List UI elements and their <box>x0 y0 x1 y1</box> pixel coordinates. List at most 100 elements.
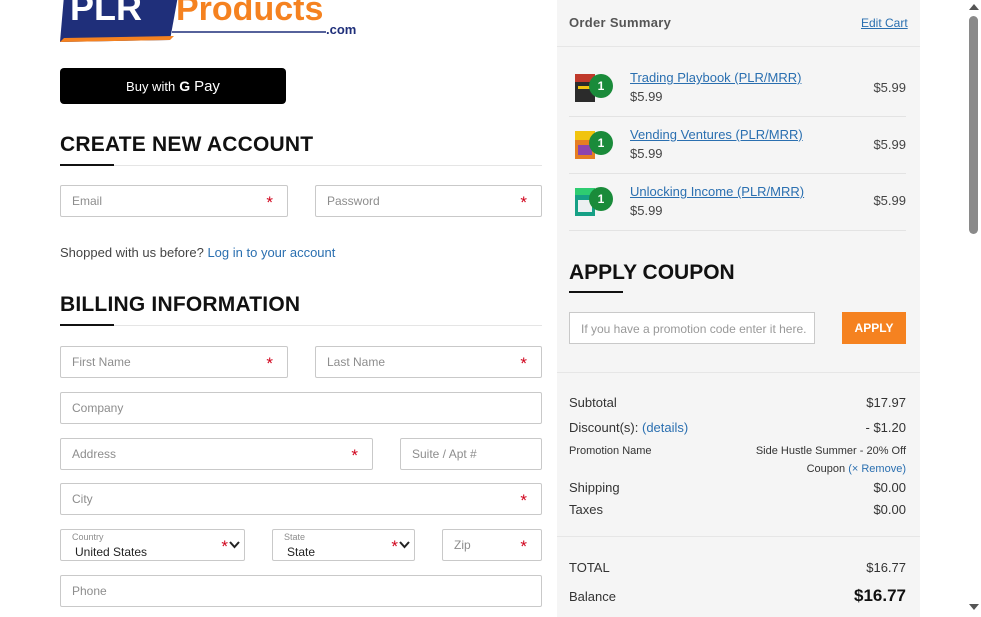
coupon-placeholder: If you have a promotion code enter it he… <box>581 322 807 336</box>
page-scrollbar[interactable] <box>966 0 981 617</box>
shipping-value: $0.00 <box>873 480 906 495</box>
discount-row: Discount(s): (details) <box>569 420 688 435</box>
coupon-divider <box>557 372 920 373</box>
discount-label: Discount(s): <box>569 420 639 435</box>
item-name-link[interactable]: Trading Playbook (PLR/MRR) <box>630 70 801 85</box>
edit-cart-link[interactable]: Edit Cart <box>861 16 908 30</box>
logo-brand-left: PLR <box>70 0 142 28</box>
gpay-prefix: Buy with <box>126 78 176 94</box>
phone-field[interactable]: Phone <box>60 575 542 607</box>
city-field[interactable]: City * <box>60 483 542 515</box>
item-name-link[interactable]: Unlocking Income (PLR/MRR) <box>630 184 804 199</box>
address-placeholder: Address <box>72 447 117 461</box>
required-mark: * <box>266 193 273 212</box>
coupon-code-input[interactable]: If you have a promotion code enter it he… <box>569 312 815 344</box>
required-mark: * <box>520 537 527 556</box>
city-placeholder: City <box>72 492 93 506</box>
item-name-link[interactable]: Vending Ventures (PLR/MRR) <box>630 127 803 142</box>
taxes-label: Taxes <box>569 502 603 517</box>
order-summary-divider <box>557 46 920 47</box>
country-value: United States <box>75 545 148 559</box>
required-mark: * <box>520 193 527 212</box>
remove-coupon-link[interactable]: (× Remove) <box>848 463 906 475</box>
login-prompt-text: Shopped with us before? <box>60 245 204 260</box>
suite-placeholder: Suite / Apt # <box>412 447 477 461</box>
chevron-down-icon <box>229 541 240 549</box>
total-label: TOTAL <box>569 560 610 575</box>
balance-value: $16.77 <box>854 586 906 605</box>
shipping-label: Shipping <box>569 480 620 495</box>
promotion-name-label: Promotion Name <box>569 445 652 457</box>
create-account-heading: CREATE NEW ACCOUNT <box>60 133 314 156</box>
google-g-icon: G <box>179 78 191 94</box>
state-select[interactable]: State State * <box>272 529 415 561</box>
quantity-badge: 1 <box>589 74 613 98</box>
gpay-label: Pay <box>194 77 220 95</box>
state-value: State <box>287 545 316 559</box>
scroll-up-arrow-icon[interactable] <box>969 4 979 10</box>
item-line-price: $5.99 <box>873 80 906 95</box>
zip-placeholder: Zip <box>454 538 471 552</box>
item-unit-price: $5.99 <box>630 146 663 161</box>
login-link[interactable]: Log in to your account <box>207 245 335 260</box>
last-name-placeholder: Last Name <box>327 355 386 369</box>
item-divider <box>569 230 906 231</box>
item-divider <box>569 116 906 117</box>
billing-heading: BILLING INFORMATION <box>60 293 301 316</box>
discount-value: - $1.20 <box>865 420 906 435</box>
country-select[interactable]: Country United States * <box>60 529 245 561</box>
suite-field[interactable]: Suite / Apt # <box>400 438 542 470</box>
required-mark: * <box>520 491 527 510</box>
first-name-field[interactable]: First Name * <box>60 346 288 378</box>
email-placeholder: Email <box>72 194 103 208</box>
taxes-value: $0.00 <box>873 502 906 517</box>
quantity-badge: 1 <box>589 187 613 211</box>
email-field[interactable]: Email * <box>60 185 288 217</box>
apply-coupon-heading: APPLY COUPON <box>569 261 735 284</box>
required-mark: * <box>221 537 228 556</box>
promotion-type-label: Coupon <box>806 463 846 475</box>
item-line-price: $5.99 <box>873 137 906 152</box>
first-name-placeholder: First Name <box>72 355 131 369</box>
subtotal-value: $17.97 <box>866 395 906 410</box>
country-label: Country <box>72 532 104 542</box>
login-prompt: Shopped with us before? Log in to your a… <box>60 245 335 260</box>
item-divider <box>569 173 906 174</box>
last-name-field[interactable]: Last Name * <box>315 346 542 378</box>
coupon-heading-accent <box>569 291 623 293</box>
google-pay-button[interactable]: Buy with G Pay <box>60 68 286 104</box>
password-placeholder: Password <box>327 194 380 208</box>
item-unit-price: $5.99 <box>630 89 663 104</box>
balance-label: Balance <box>569 589 616 604</box>
required-mark: * <box>520 354 527 373</box>
item-unit-price: $5.99 <box>630 203 663 218</box>
site-logo[interactable]: PLR Products .com <box>60 0 360 44</box>
promotion-type: Coupon (× Remove) <box>700 460 906 478</box>
apply-coupon-button[interactable]: APPLY <box>842 312 906 344</box>
item-line-price: $5.99 <box>873 193 906 208</box>
zip-field[interactable]: Zip * <box>442 529 542 561</box>
company-field[interactable]: Company <box>60 392 542 424</box>
discount-details-link[interactable]: (details) <box>642 420 688 435</box>
required-mark: * <box>266 354 273 373</box>
totals-divider <box>557 536 920 537</box>
logo-brand-right: Products <box>176 0 323 28</box>
logo-tld: .com <box>326 22 356 37</box>
order-summary-title: Order Summary <box>569 15 672 30</box>
password-field[interactable]: Password * <box>315 185 542 217</box>
required-mark: * <box>391 537 398 556</box>
scrollbar-thumb[interactable] <box>969 16 978 234</box>
required-mark: * <box>351 446 358 465</box>
phone-placeholder: Phone <box>72 584 107 598</box>
logo-graphic: PLR Products .com <box>60 0 356 42</box>
promotion-name-value: Side Hustle Summer - 20% Off <box>755 445 906 457</box>
chevron-down-icon <box>399 541 410 549</box>
subtotal-label: Subtotal <box>569 395 617 410</box>
create-account-divider <box>60 164 542 166</box>
billing-divider <box>60 324 542 326</box>
address-field[interactable]: Address * <box>60 438 373 470</box>
company-placeholder: Company <box>72 401 124 415</box>
scroll-down-arrow-icon[interactable] <box>969 604 979 610</box>
quantity-badge: 1 <box>589 131 613 155</box>
total-value: $16.77 <box>866 560 906 575</box>
